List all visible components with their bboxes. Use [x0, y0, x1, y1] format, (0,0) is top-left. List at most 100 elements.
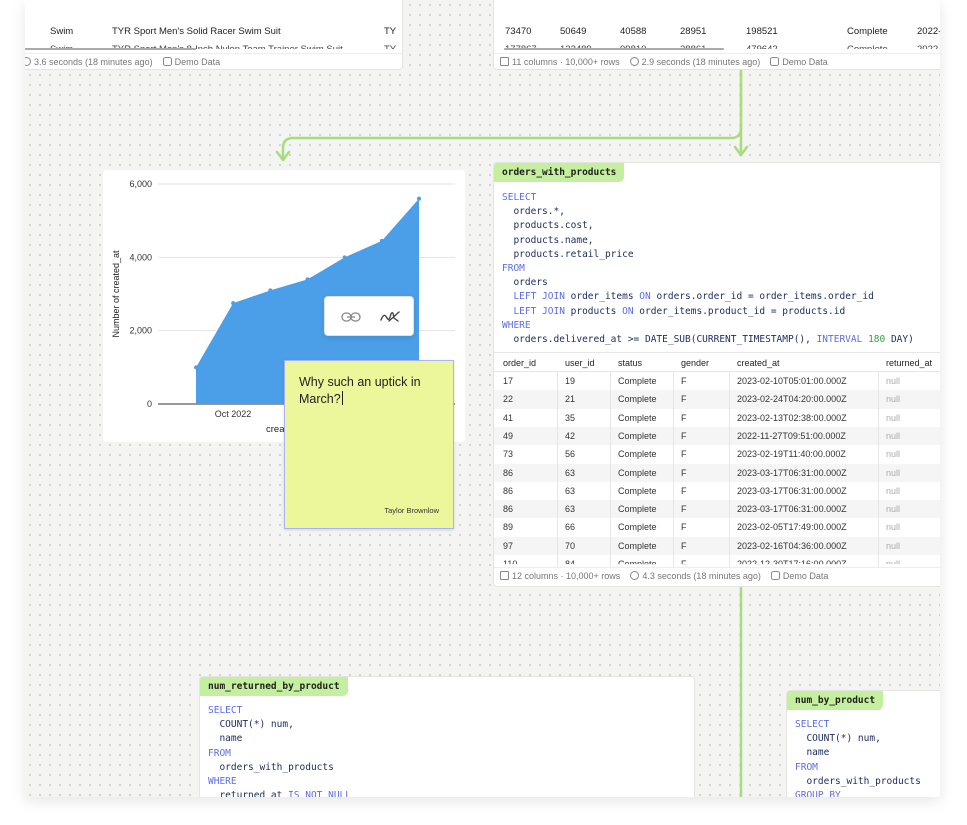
cell: F	[681, 540, 687, 551]
cell: 86	[503, 504, 514, 515]
code-token: orders_with_products	[208, 761, 334, 773]
cell-name-tag[interactable]: orders_with_products	[494, 163, 625, 182]
result-footer: 11 columns · 10,000+ rows 2.9 seconds (1…	[494, 53, 940, 69]
code-line: products.retail_price	[502, 248, 914, 262]
cell: Complete	[618, 504, 657, 515]
sql-cell-num-returned-by-product[interactable]: num_returned_by_product SELECT COUNT(*) …	[199, 676, 695, 797]
sticky-note-text[interactable]: Why such an uptick in March?	[299, 374, 444, 408]
cell: 2023-02-10T05:01:00.000Z	[737, 376, 847, 386]
orders-summary-table-card: 73470 50649 40588 28951 198521 Complete …	[493, 0, 940, 70]
cell: TY	[384, 26, 397, 37]
code-token: orders.order_id = order_items.order_id	[656, 291, 874, 303]
cell: 49	[503, 430, 514, 441]
sql-editor[interactable]: SELECT COUNT(*) num, name FROM orders_wit…	[208, 704, 351, 797]
table-row[interactable]: 97 70 Complete F 2023-02-16T04:36:00.000Z nul…	[494, 536, 940, 555]
sql-editor[interactable]: SELECT COUNT(*) num, name FROM orders_wit…	[795, 718, 921, 797]
cell: 2023-02-19T11:40:00.000Z	[737, 449, 846, 460]
cell: null	[886, 376, 901, 386]
cell: Complete	[618, 449, 657, 460]
data-point[interactable]	[194, 365, 198, 370]
code-token: ON	[639, 291, 657, 303]
table-row[interactable]: 41 35 Complete F 2023-02-13T02:38:00.000Z nul…	[494, 409, 940, 427]
cell: F	[681, 376, 687, 386]
signature-icon[interactable]	[379, 309, 401, 325]
data-point[interactable]	[417, 196, 421, 201]
cell: 22	[503, 394, 514, 405]
cell: F	[681, 430, 687, 441]
result-grid-header: order_id user_id status gender created_a…	[494, 352, 940, 372]
code-line: orders	[502, 276, 914, 290]
table-row[interactable]: 110 84 Complete F 2022-12-30T17:16:00.000Z nu…	[494, 555, 940, 567]
table-row[interactable]: 86 63 Complete F 2023-03-17T06:31:00.000Z nul…	[494, 463, 940, 482]
footer-time: 2.9 seconds (18 minutes ago)	[629, 56, 760, 67]
sticky-note[interactable]: Why such an uptick in March? Taylor Brow…	[284, 360, 454, 529]
code-token: WHERE	[208, 776, 237, 788]
data-point[interactable]	[305, 277, 310, 282]
code-line: orders_with_products	[795, 775, 920, 789]
code-token: FROM	[502, 263, 525, 275]
horizontal-scrollbar[interactable]	[25, 48, 196, 50]
cell: null	[886, 394, 901, 405]
cell: Swim	[50, 26, 74, 37]
x-axis-label: crea	[266, 424, 285, 435]
cell: 2023-02-24T04:20:00.000Z	[737, 394, 847, 405]
cell: 70	[565, 540, 576, 551]
cell: 198521	[746, 26, 778, 37]
cell: null	[886, 467, 901, 478]
code-token: products.name,	[502, 234, 594, 246]
column-header[interactable]: status	[618, 358, 642, 368]
table-row[interactable]: 73470 50649 40588 28951 198521 Complete …	[494, 22, 940, 40]
table-row[interactable]: 86 63 Complete F 2023-03-17T06:31:00.000Z nul…	[494, 500, 940, 519]
sql-cell-num-by-product[interactable]: num_by_product SELECT COUNT(*) num, name…	[786, 690, 940, 797]
link-icon[interactable]	[341, 310, 361, 324]
code-line: returned_at IS NOT NULL	[208, 789, 351, 797]
cell: 2023-03-17T06:31:00.000Z	[737, 504, 847, 515]
cell: 2022-12-30T17:16:00.000Z	[737, 559, 847, 567]
table-row[interactable]: 17 19 Complete F 2023-02-10T05:01:00.000Z nul…	[494, 372, 940, 390]
cell-name-tag[interactable]: num_returned_by_product	[200, 677, 348, 696]
code-token: FROM	[795, 761, 818, 773]
cell: 17	[503, 376, 514, 386]
canvas[interactable]: 2 Swim TYR Sport Men's Solid Racer Swim …	[25, 0, 940, 797]
cell-name-tag[interactable]: num_by_product	[787, 691, 884, 710]
code-token: IS NOT NULL	[288, 790, 351, 797]
cell: F	[681, 504, 687, 515]
column-header[interactable]: created_at	[737, 358, 780, 368]
cell: F	[681, 485, 687, 496]
cell: null	[886, 559, 901, 567]
code-token: products	[570, 305, 623, 317]
sql-editor[interactable]: SELECT orders.*, products.cost, products…	[502, 191, 914, 347]
table-row[interactable]: 22 21 Complete F 2023-02-24T04:20:00.000Z nul…	[494, 390, 940, 409]
table-row[interactable]: 89 66 Complete F 2023-02-05T17:49:00.000Z nul…	[494, 518, 940, 536]
column-header[interactable]: gender	[681, 358, 709, 368]
data-point[interactable]	[268, 288, 273, 293]
cell: Complete	[618, 376, 657, 386]
connector-to-chart	[281, 68, 743, 162]
horizontal-scrollbar[interactable]	[504, 48, 724, 50]
cell: 2022-	[917, 26, 940, 37]
code-token: INTERVAL	[816, 334, 869, 346]
cell: Complete	[618, 485, 657, 496]
column-header[interactable]: user_id	[565, 358, 595, 368]
cell: Complete	[618, 559, 657, 567]
table-row[interactable]: 73 56 Complete F 2023-02-19T11:40:00.000Z nul…	[494, 445, 940, 463]
table-row[interactable]: 2 Swim TYR Sport Men's Solid Racer Swim …	[25, 22, 402, 40]
data-point[interactable]	[231, 301, 236, 306]
cell: 2023-02-16T04:36:00.000Z	[737, 540, 847, 551]
database-icon	[770, 570, 780, 580]
table-row[interactable]: 49 42 Complete F 2022-11-27T09:51:00.000Z nul…	[494, 426, 940, 446]
cell: Complete	[618, 522, 657, 533]
data-point[interactable]	[379, 238, 384, 243]
code-token: GROUP BY	[795, 790, 841, 797]
column-header[interactable]: order_id	[503, 358, 536, 368]
cell: 2022-11-27T09:51:00.000Z	[737, 430, 846, 441]
sql-cell-orders-with-products[interactable]: orders_with_products SELECT orders.*, pr…	[493, 162, 940, 587]
code-token: COUNT(*) num,	[208, 719, 294, 731]
code-line: LEFT JOIN order_items ON orders.order_id…	[502, 290, 914, 304]
data-point[interactable]	[342, 255, 347, 260]
code-token: DAY)	[890, 334, 914, 346]
cell: null	[886, 504, 901, 515]
column-header[interactable]: returned_at	[886, 358, 932, 368]
clock-icon	[629, 56, 639, 66]
table-row[interactable]: 86 63 Complete F 2023-03-17T06:31:00.000Z nul…	[494, 482, 940, 500]
